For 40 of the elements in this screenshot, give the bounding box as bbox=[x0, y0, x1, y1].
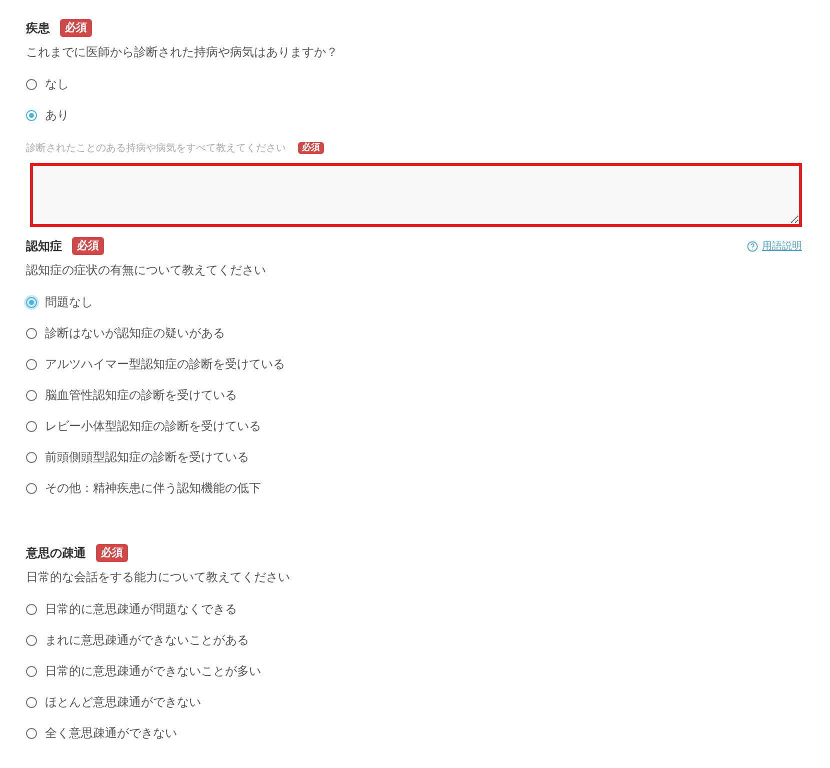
radio-button[interactable] bbox=[26, 110, 37, 121]
radio-button[interactable] bbox=[26, 328, 37, 339]
radio-option[interactable]: あり bbox=[26, 100, 802, 131]
radio-option[interactable]: レビー小体型認知症の診断を受けている bbox=[26, 411, 802, 442]
required-badge: 必須 bbox=[96, 544, 128, 562]
radio-option[interactable]: まれに意思疎通ができないことがある bbox=[26, 625, 802, 656]
section-title: 意思の疎通 bbox=[26, 544, 86, 562]
radio-option[interactable]: 全く意思疎通ができない bbox=[26, 718, 802, 749]
conditions-textarea[interactable] bbox=[30, 163, 802, 227]
radio-option[interactable]: 問題なし bbox=[26, 287, 802, 318]
radio-option[interactable]: その他：精神疾患に伴う認知機能の低下 bbox=[26, 473, 802, 504]
radio-button[interactable] bbox=[26, 390, 37, 401]
required-badge: 必須 bbox=[298, 142, 324, 154]
question-text: 日常的な会話をする能力について教えてください bbox=[26, 569, 291, 586]
help-icon bbox=[747, 240, 758, 252]
radio-button[interactable] bbox=[26, 666, 37, 677]
radio-button[interactable] bbox=[26, 697, 37, 708]
radio-button[interactable] bbox=[26, 452, 37, 463]
required-badge: 必須 bbox=[72, 237, 104, 255]
radio-option[interactable]: なし bbox=[26, 69, 802, 100]
radio-option[interactable]: 日常的に意思疎通が問題なくできる bbox=[26, 594, 802, 625]
radio-button[interactable] bbox=[26, 359, 37, 370]
radio-option[interactable]: アルツハイマー型認知症の診断を受けている bbox=[26, 349, 802, 380]
radio-button[interactable] bbox=[26, 483, 37, 494]
question-text: これまでに医師から診断された持病や病気はありますか？ bbox=[26, 44, 339, 61]
section-title: 疾患 bbox=[26, 20, 50, 36]
section-title: 認知症 bbox=[26, 238, 62, 254]
radio-option[interactable]: 診断はないが認知症の疑いがある bbox=[26, 318, 802, 349]
radio-option[interactable]: ほとんど意思疎通ができない bbox=[26, 687, 802, 718]
radio-button[interactable] bbox=[26, 728, 37, 739]
radio-option[interactable]: 前頭側頭型認知症の診断を受けている bbox=[26, 442, 802, 473]
question-text: 認知症の症状の有無について教えてください bbox=[26, 262, 267, 279]
radio-button[interactable] bbox=[26, 421, 37, 432]
radio-button[interactable] bbox=[26, 635, 37, 646]
field-label: 診断されたことのある持病や病気をすべて教えてください bbox=[26, 142, 286, 155]
radio-button[interactable] bbox=[26, 79, 37, 90]
radio-button[interactable] bbox=[26, 604, 37, 615]
radio-option[interactable]: 脳血管性認知症の診断を受けている bbox=[26, 380, 802, 411]
radio-option[interactable]: 日常的に意思疎通ができないことが多い bbox=[26, 656, 802, 687]
required-badge: 必須 bbox=[60, 19, 92, 37]
